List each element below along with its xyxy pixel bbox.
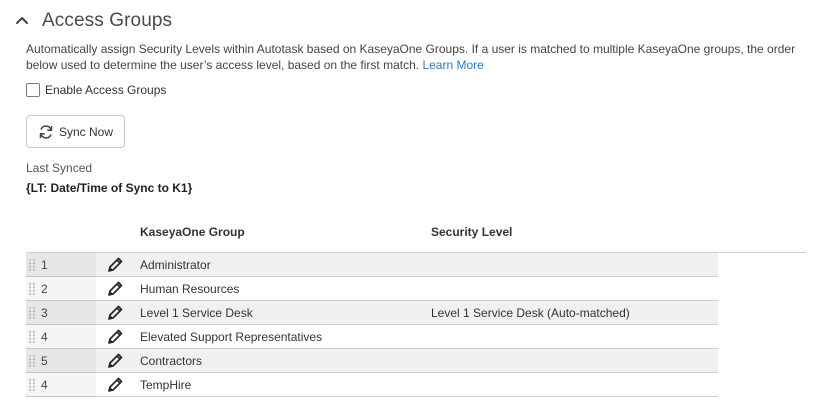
row-group-name: Elevated Support Representatives bbox=[140, 330, 323, 344]
access-groups-table: 1 Administrator 2 Human Resources 3 Level 1 S… bbox=[26, 253, 718, 397]
table-row[interactable]: 2 Human Resources bbox=[26, 277, 718, 301]
pencil-icon[interactable] bbox=[106, 256, 124, 274]
row-order-number: 4 bbox=[41, 330, 48, 344]
column-header-level: Security Level bbox=[431, 225, 513, 239]
pencil-icon[interactable] bbox=[106, 352, 124, 370]
pencil-icon[interactable] bbox=[106, 376, 124, 394]
row-order-number: 4 bbox=[41, 378, 48, 392]
row-group-name: Level 1 Service Desk bbox=[140, 306, 253, 320]
section-title: Access Groups bbox=[42, 10, 173, 31]
drag-handle-icon[interactable] bbox=[28, 282, 36, 296]
section-description: Automatically assign Security Levels wit… bbox=[26, 41, 816, 73]
drag-column[interactable] bbox=[26, 277, 96, 301]
enable-access-groups-row[interactable]: Enable Access Groups bbox=[26, 82, 166, 98]
drag-column[interactable] bbox=[26, 301, 96, 325]
row-order-number: 5 bbox=[41, 354, 48, 368]
last-synced-label: Last Synced bbox=[26, 161, 93, 175]
drag-column[interactable] bbox=[26, 349, 96, 373]
refresh-icon bbox=[39, 124, 53, 139]
enable-access-groups-label[interactable]: Enable Access Groups bbox=[45, 83, 166, 97]
pencil-icon[interactable] bbox=[106, 304, 124, 322]
drag-handle-icon[interactable] bbox=[28, 378, 36, 392]
row-order-number: 2 bbox=[41, 282, 48, 296]
table-row[interactable]: 4 Elevated Support Representatives bbox=[26, 325, 718, 349]
enable-access-groups-checkbox[interactable] bbox=[26, 83, 40, 97]
section-header[interactable]: Access Groups bbox=[0, 0, 831, 44]
drag-handle-icon[interactable] bbox=[28, 258, 36, 272]
drag-column[interactable] bbox=[26, 373, 96, 397]
row-group-name: TempHire bbox=[140, 378, 192, 392]
chevron-up-icon[interactable] bbox=[15, 13, 29, 27]
row-security-level: Level 1 Service Desk (Auto-matched) bbox=[431, 306, 630, 320]
last-synced-value: {LT: Date/Time of Sync to K1} bbox=[26, 181, 193, 195]
row-group-name: Contractors bbox=[140, 354, 203, 368]
table-row[interactable]: 1 Administrator bbox=[26, 253, 718, 277]
table-row[interactable]: 4 TempHire bbox=[26, 373, 718, 397]
description-text: Automatically assign Security Levels wit… bbox=[26, 42, 796, 72]
learn-more-link[interactable]: Learn More bbox=[422, 58, 483, 72]
sync-now-button[interactable]: Sync Now bbox=[26, 115, 125, 148]
drag-handle-icon[interactable] bbox=[28, 354, 36, 368]
table-row[interactable]: 3 Level 1 Service Desk Level 1 Service Des… bbox=[26, 301, 718, 325]
pencil-icon[interactable] bbox=[106, 280, 124, 298]
row-order-number: 3 bbox=[41, 306, 48, 320]
drag-handle-icon[interactable] bbox=[28, 330, 36, 344]
row-group-name: Administrator bbox=[140, 258, 211, 272]
table-row[interactable]: 5 Contractors bbox=[26, 349, 718, 373]
drag-column[interactable] bbox=[26, 325, 96, 349]
row-group-name: Human Resources bbox=[140, 282, 240, 296]
drag-column[interactable] bbox=[26, 253, 96, 277]
drag-handle-icon[interactable] bbox=[28, 306, 36, 320]
sync-now-label: Sync Now bbox=[58, 124, 114, 139]
row-order-number: 1 bbox=[41, 258, 48, 272]
pencil-icon[interactable] bbox=[106, 328, 124, 346]
column-header-group: KaseyaOne Group bbox=[140, 225, 245, 239]
